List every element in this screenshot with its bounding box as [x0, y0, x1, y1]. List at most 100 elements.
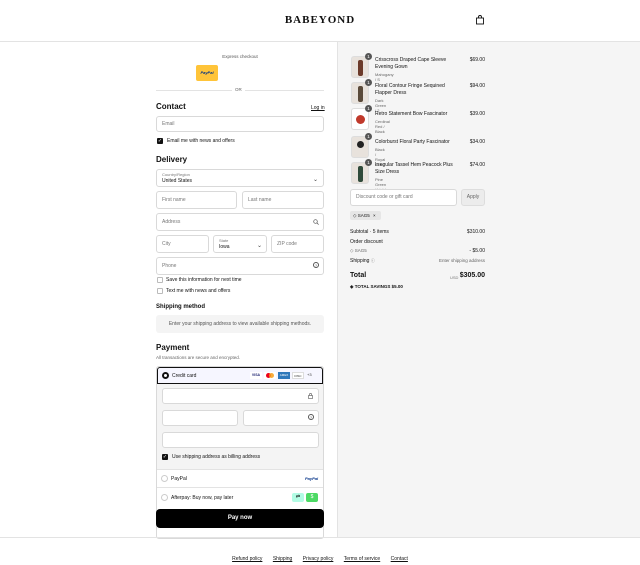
lock-icon	[308, 393, 313, 399]
order-summary: 1 Crisscross Draped Cape Sleeve Evening …	[337, 42, 640, 537]
tag-icon: ◇	[350, 248, 354, 253]
payment-subtitle: All transactions are secure and encrypte…	[156, 355, 241, 360]
privacy-policy-link[interactable]: Privacy policy	[303, 556, 334, 562]
pay-now-button[interactable]: Pay now	[156, 509, 324, 528]
phone-input[interactable]: Phone ?	[156, 257, 324, 275]
last-name-input[interactable]: Last name	[242, 191, 324, 209]
credit-card-option[interactable]: Credit card VISA AMEX DISC +3	[157, 367, 323, 384]
discount-tag: ◇ SAG5 ×	[350, 211, 381, 220]
afterpay-icon: ⇄	[292, 493, 304, 502]
shipping-link[interactable]: Shipping	[273, 556, 292, 562]
country-select[interactable]: Country/Region United States ⌄	[156, 169, 324, 187]
news-checkbox[interactable]: ✓	[157, 138, 163, 144]
search-icon	[313, 219, 319, 225]
delivery-title: Delivery	[156, 155, 188, 164]
contact-title: Contact	[156, 102, 186, 111]
subtotal-label: Subtotal · 5 items	[350, 229, 389, 235]
discover-icon: DISC	[292, 372, 304, 379]
email-input[interactable]: Email	[156, 116, 324, 132]
city-input[interactable]: City	[156, 235, 209, 253]
address-input[interactable]: Address	[156, 213, 324, 231]
help-icon[interactable]: ?	[308, 414, 314, 420]
security-code-input[interactable]: ?	[243, 410, 319, 426]
shipping-value: Enter shipping address	[438, 258, 485, 263]
quantity-badge: 1	[365, 105, 372, 112]
shipping-label: Shipping	[350, 258, 370, 264]
contact-link[interactable]: Contact	[391, 556, 408, 562]
shipping-message: Enter your shipping address to view avai…	[156, 315, 324, 333]
help-icon[interactable]: ⓘ	[371, 258, 375, 263]
paypal-express-button[interactable]: PayPal	[196, 65, 218, 81]
paypal-radio[interactable]	[161, 475, 168, 482]
product-price: $94.00	[469, 83, 485, 89]
subtotal-value: $310.00	[466, 229, 485, 235]
quantity-badge: 1	[365, 133, 372, 140]
amex-icon: AMEX	[278, 372, 290, 379]
payment-title: Payment	[156, 343, 190, 352]
news-label: Email me with news and offers	[167, 138, 235, 144]
name-on-card-input[interactable]	[162, 432, 319, 448]
savings-row: ◈ TOTAL SAVINGS $5.00	[350, 284, 403, 290]
help-icon[interactable]: ?	[313, 262, 319, 268]
or-divider: OR	[232, 87, 245, 92]
visa-icon: VISA	[250, 372, 262, 379]
discount-tag-label: SAG5	[357, 213, 370, 218]
apply-button[interactable]: Apply	[461, 189, 485, 206]
shopping-bag-icon[interactable]	[475, 15, 485, 25]
more-cards-label: +3	[307, 372, 312, 377]
phone-placeholder: Phone	[162, 263, 177, 269]
total-label: Total	[350, 272, 367, 279]
savings-label: TOTAL SAVINGS	[354, 284, 391, 289]
address-placeholder: Address	[162, 219, 181, 225]
credit-card-radio[interactable]	[162, 372, 169, 379]
afterpay-radio[interactable]	[161, 494, 168, 501]
country-value: United States	[162, 178, 193, 184]
afterpay-option[interactable]: Afterpay: Buy now, pay later ⇄ $	[157, 487, 323, 506]
save-info-label: Save this information for next time	[166, 277, 242, 283]
quantity-badge: 1	[365, 159, 372, 166]
text-news-checkbox[interactable]	[157, 288, 163, 294]
product-price: $34.00	[469, 139, 485, 145]
billing-same-label: Use shipping address as billing address	[172, 454, 261, 460]
chevron-down-icon: ⌄	[256, 243, 262, 249]
product-price: $69.00	[469, 57, 485, 63]
billing-same-checkbox[interactable]: ✓	[162, 454, 168, 460]
shipping-label-row: Shipping ⓘ	[350, 258, 375, 264]
zip-input[interactable]: ZIP code	[271, 235, 324, 253]
product-price: $74.00	[469, 162, 485, 168]
cashapp-icon: $	[306, 493, 318, 502]
refund-policy-link[interactable]: Refund policy	[232, 556, 262, 562]
card-form: ? ✓ Use shipping address as billing addr…	[157, 384, 323, 469]
card-number-input[interactable]	[162, 388, 319, 404]
paypal-option[interactable]: PayPal PayPal	[157, 469, 323, 487]
credit-card-label: Credit card	[172, 373, 197, 379]
shipping-method-title: Shipping method	[156, 304, 205, 310]
store-logo[interactable]: BABEYOND	[0, 14, 640, 26]
discount-input[interactable]: Discount code or gift card	[350, 189, 457, 206]
total-value: $305.00	[459, 272, 485, 279]
discount-code: SAG5	[354, 248, 367, 253]
first-name-input[interactable]: First name	[156, 191, 237, 209]
checkout-form: Express checkout PayPal OR Contact Log i…	[0, 42, 337, 539]
login-link[interactable]: Log in	[311, 105, 325, 111]
save-info-checkbox[interactable]	[157, 277, 163, 283]
quantity-badge: 1	[365, 79, 372, 86]
terms-of-service-link[interactable]: Terms of service	[344, 556, 380, 562]
product-price: $39.00	[469, 111, 485, 117]
state-select[interactable]: State Iowa ⌄	[213, 235, 267, 253]
savings-value: $5.00	[391, 284, 403, 289]
country-label: Country/Region	[162, 172, 190, 177]
discount-code-row: ◇ SAG5	[350, 248, 367, 254]
footer: Refund policy Shipping Privacy policy Te…	[0, 537, 640, 562]
quantity-badge: 1	[365, 53, 372, 60]
chevron-down-icon: ⌄	[312, 177, 318, 183]
discount-value: - $5.00	[469, 248, 485, 254]
close-icon[interactable]: ×	[373, 213, 376, 218]
order-discount-label: Order discount	[350, 239, 383, 245]
text-news-label: Text me with news and offers	[166, 288, 231, 294]
paypal-logo: PayPal	[305, 476, 319, 481]
product-variant: Mahogany / S	[375, 72, 394, 82]
header: BABEYOND	[0, 0, 640, 42]
expiry-input[interactable]	[162, 410, 238, 426]
tag-icon: ◈	[350, 284, 354, 289]
